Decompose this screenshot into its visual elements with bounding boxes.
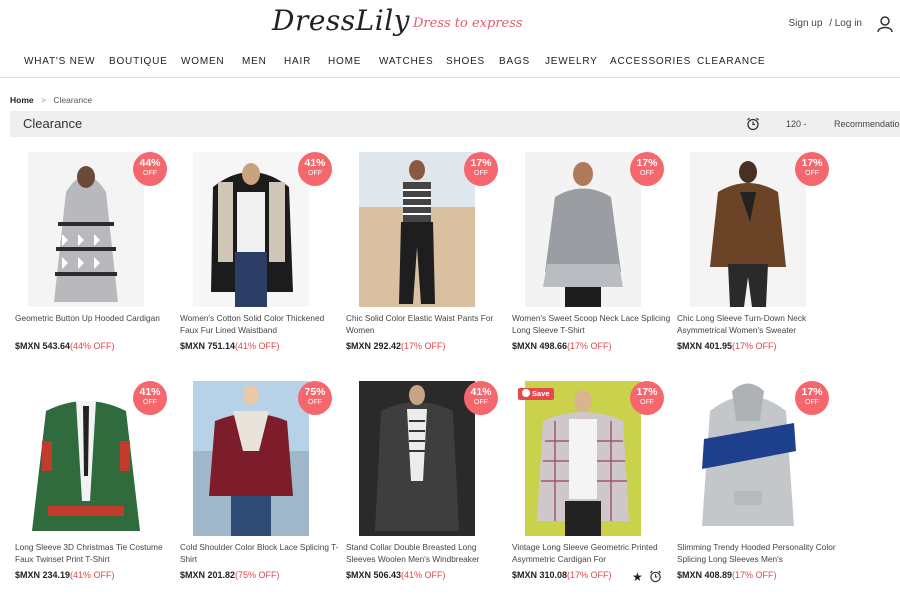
product-card[interactable]: 17% OFF Women's Sweet Scoop Neck Lace Spl…	[507, 152, 670, 382]
product-name[interactable]: Slimming Trendy Hooded Personality Color…	[677, 542, 837, 566]
nav-shoes[interactable]: SHOES	[446, 56, 485, 67]
product-image[interactable]	[359, 152, 475, 307]
discount-badge: 17% OFF	[795, 152, 829, 186]
product-price: $MXN 401.95(17% OFF)	[677, 341, 777, 351]
discount-badge: 17% OFF	[795, 381, 829, 415]
product-image[interactable]	[525, 381, 641, 536]
product-card[interactable]: 41% OFF Long Sleeve 3D Christmas Tie Cost…	[10, 381, 170, 605]
discount-badge: 41% OFF	[133, 381, 167, 415]
nav-bags[interactable]: BAGS	[499, 56, 530, 67]
product-card[interactable]: 17% OFF Vintage Long Sleeve Geometric Pri…	[507, 381, 667, 605]
product-image[interactable]	[525, 152, 641, 307]
site-tagline: Dress to express	[413, 16, 523, 31]
nav-women[interactable]: WOMEN	[181, 56, 224, 67]
product-price: $MXN 543.64(44% OFF)	[15, 341, 115, 351]
product-price: $MXN 751.14(41% OFF)	[180, 341, 280, 351]
discount-badge: 41% OFF	[298, 152, 332, 186]
product-price: $MXN 498.66(17% OFF)	[512, 341, 612, 351]
product-price: $MXN 408.89(17% OFF)	[677, 570, 777, 580]
product-price: $MXN 292.42(17% OFF)	[346, 341, 446, 351]
nav-accessories[interactable]: ACCESSORIES	[610, 56, 691, 67]
product-card[interactable]: 75% OFF Cold Shoulder Color Block Lace Sp…	[175, 381, 339, 605]
product-card[interactable]: 17% OFF Chic Solid Color Elastic Waist Pa…	[341, 152, 501, 382]
favorite-star-icon[interactable]: ★	[632, 570, 643, 584]
product-name[interactable]: Geometric Button Up Hooded Cardigan	[15, 313, 175, 337]
product-price: $MXN 310.08(17% OFF)	[512, 570, 612, 580]
product-name[interactable]: Chic Solid Color Elastic Waist Pants For…	[346, 313, 506, 337]
discount-badge: 17% OFF	[464, 152, 498, 186]
site-header: DressLily Dress to express Sign up / Log…	[0, 0, 900, 48]
product-image[interactable]	[690, 381, 806, 536]
product-image[interactable]	[690, 152, 806, 307]
pin-icon	[522, 389, 530, 397]
main-nav: WHAT'S NEW BOUTIQUE WOMEN MEN HAIR HOME …	[0, 50, 900, 78]
log-in-link[interactable]: / Log in	[829, 18, 862, 29]
sort-select[interactable]: Recommendation	[834, 119, 900, 129]
product-card[interactable]: 41% OFF Stand Collar Double Breasted Long…	[341, 381, 501, 605]
alarm-clock-icon[interactable]	[746, 117, 760, 131]
site-logo[interactable]: DressLily	[272, 4, 410, 37]
sign-up-link[interactable]: Sign up	[788, 18, 822, 29]
per-page-select[interactable]: 120 -	[786, 119, 807, 129]
discount-badge: 41% OFF	[464, 381, 498, 415]
nav-boutique[interactable]: BOUTIQUE	[109, 56, 168, 67]
user-icon[interactable]	[876, 15, 894, 33]
save-badge[interactable]: Save	[518, 388, 554, 400]
product-image[interactable]	[28, 152, 144, 307]
product-card[interactable]: 44% OFF Geometric Button Up Hooded Cardig…	[10, 152, 170, 382]
category-toolbar: Clearance 120 - Recommendation	[10, 111, 900, 137]
product-image[interactable]	[359, 381, 475, 536]
product-image[interactable]	[193, 381, 309, 536]
discount-badge: 44% OFF	[133, 152, 167, 186]
nav-whats-new[interactable]: WHAT'S NEW	[24, 56, 95, 67]
discount-badge: 75% OFF	[298, 381, 332, 415]
product-card[interactable]: 17% OFF Slimming Trendy Hooded Personalit…	[672, 381, 836, 605]
nav-men[interactable]: MEN	[242, 56, 267, 67]
nav-jewelry[interactable]: JEWELRY	[545, 56, 598, 67]
nav-hair[interactable]: HAIR	[284, 56, 311, 67]
breadcrumb: Home > Clearance	[10, 95, 92, 105]
discount-badge: 17% OFF	[630, 381, 664, 415]
product-price: $MXN 201.82(75% OFF)	[180, 570, 280, 580]
product-name[interactable]: Long Sleeve 3D Christmas Tie Costume Fau…	[15, 542, 175, 566]
product-image[interactable]	[193, 152, 309, 307]
breadcrumb-separator: >	[41, 95, 46, 105]
page-title: Clearance	[23, 116, 83, 131]
product-image[interactable]	[28, 381, 144, 536]
breadcrumb-home[interactable]: Home	[10, 95, 34, 105]
alarm-clock-icon[interactable]	[649, 570, 662, 583]
account-links: Sign up / Log in	[784, 18, 862, 29]
breadcrumb-current: Clearance	[53, 95, 93, 105]
nav-home[interactable]: HOME	[328, 56, 361, 67]
product-name[interactable]: Stand Collar Double Breasted Long Sleeve…	[346, 542, 506, 566]
discount-badge: 17% OFF	[630, 152, 664, 186]
product-name[interactable]: Vintage Long Sleeve Geometric Printed As…	[512, 542, 672, 566]
product-name[interactable]: Women's Cotton Solid Color Thickened Fau…	[180, 313, 340, 337]
product-price: $MXN 234.19(41% OFF)	[15, 570, 115, 580]
product-name[interactable]: Chic Long Sleeve Turn-Down Neck Asymmetr…	[677, 313, 837, 337]
product-price: $MXN 506.43(41% OFF)	[346, 570, 446, 580]
product-name[interactable]: Cold Shoulder Color Block Lace Splicing …	[180, 542, 340, 566]
product-card[interactable]: 41% OFF Women's Cotton Solid Color Thicke…	[175, 152, 335, 382]
nav-clearance[interactable]: CLEARANCE	[697, 56, 765, 67]
product-card[interactable]: 17% OFF Chic Long Sleeve Turn-Down Neck A…	[672, 152, 832, 382]
nav-watches[interactable]: WATCHES	[379, 56, 434, 67]
product-name[interactable]: Women's Sweet Scoop Neck Lace Splicing L…	[512, 313, 672, 337]
